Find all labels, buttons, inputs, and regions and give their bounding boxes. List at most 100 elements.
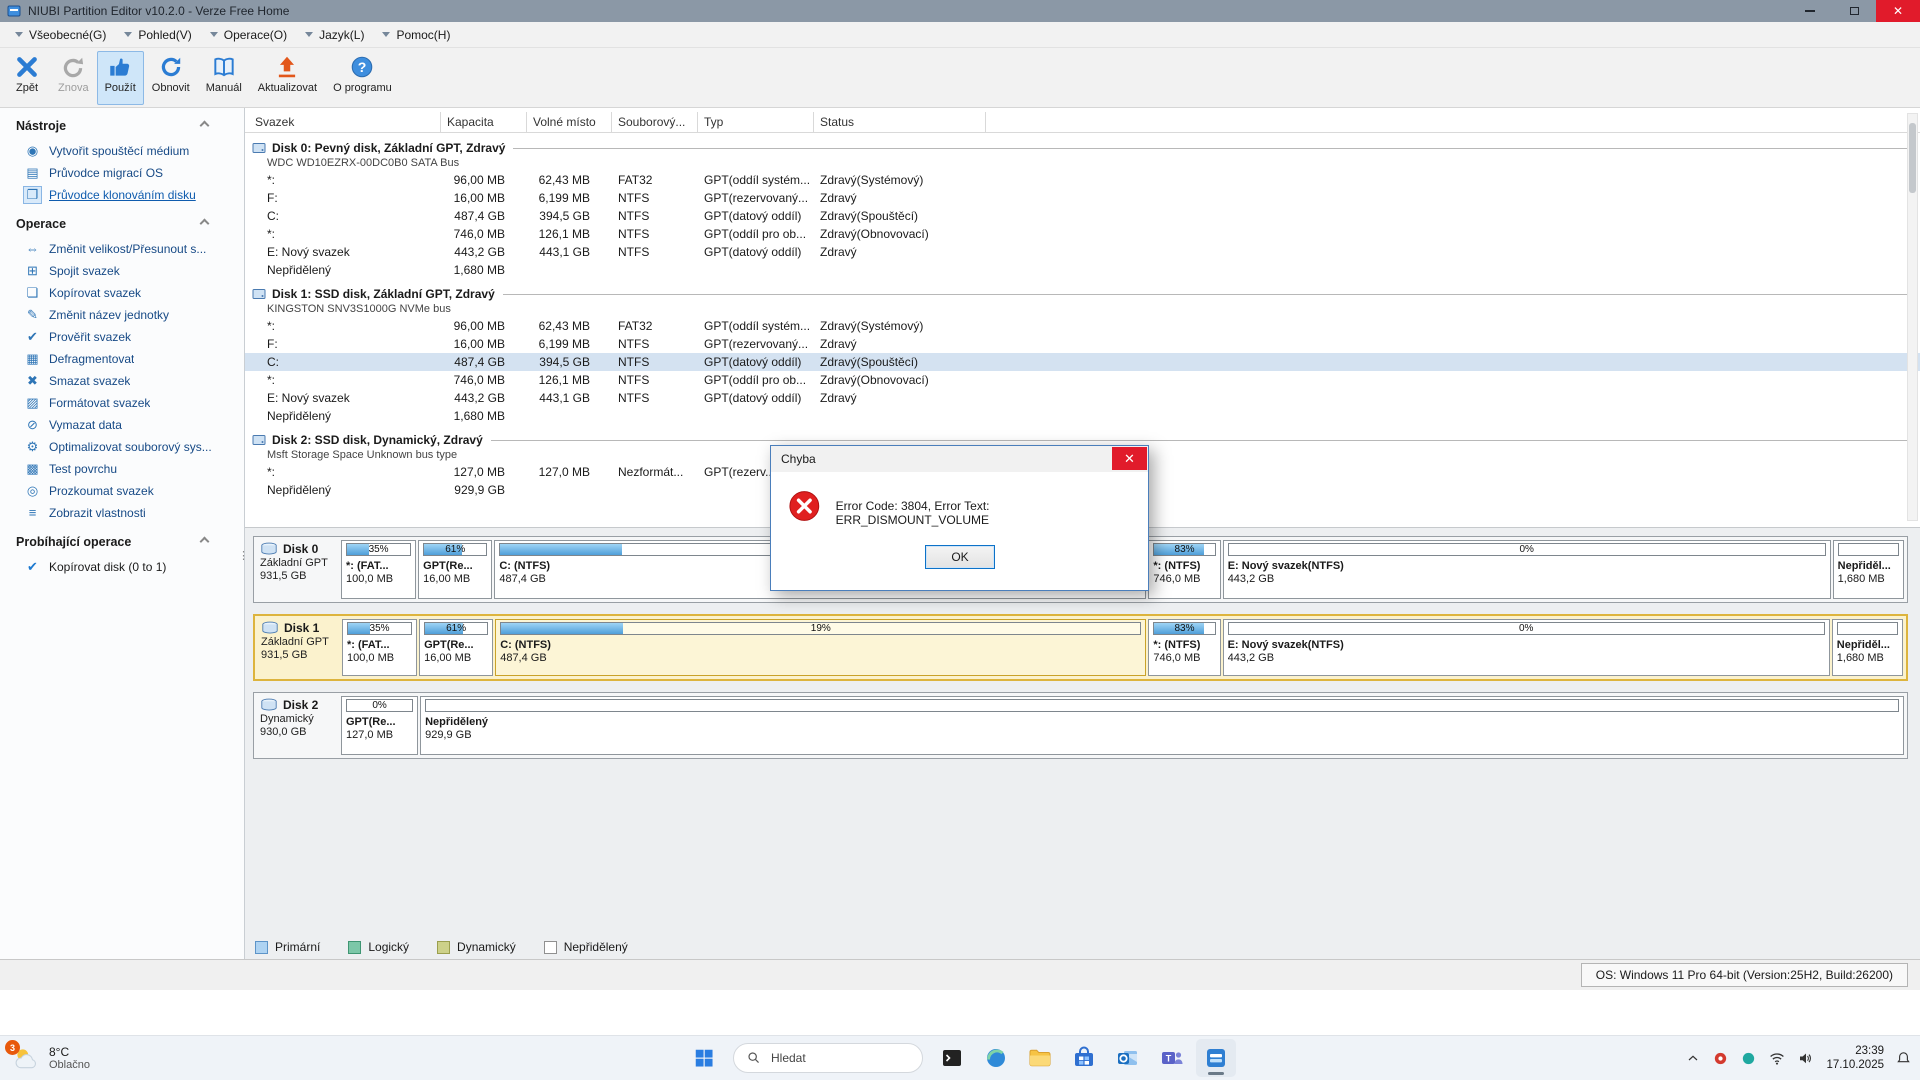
menu-jazyk[interactable]: Jazyk(L) [296,22,373,47]
sidebar-item-disk-clone[interactable]: ❐Průvodce klonováním disku [0,184,244,206]
sidebar-item-optimize-fs[interactable]: ⚙Optimalizovat souborový sys... [0,436,244,458]
column-typ[interactable]: Typ [698,112,814,132]
partition-block[interactable]: 83% *: (NTFS) 746,0 MB [1148,540,1220,599]
dialog-ok-button[interactable]: OK [925,545,995,569]
cell-svazek: E: Nový svazek [245,389,441,407]
sidebar-item-resize[interactable]: ⇔Změnit velikost/Přesunout s... [0,238,244,260]
app-icon-store[interactable] [1064,1039,1104,1077]
partition-block[interactable]: Nepřidělený 929,9 GB [420,696,1904,755]
weather-widget[interactable]: 3 8°C Oblačno [12,1036,90,1080]
partition-block[interactable]: 61% GPT(Re... 16,00 MB [419,619,493,676]
volume-row[interactable]: *: 96,00 MB 62,43 MB FAT32 GPT(oddíl sys… [245,317,1920,335]
menu-pohled[interactable]: Pohled(V) [115,22,200,47]
partition-block[interactable]: Nepřiděl... 1,680 MB [1833,540,1904,599]
section-operace[interactable]: Operace [0,206,244,238]
volume-row[interactable]: F: 16,00 MB 6,199 MB NTFS GPT(rezervovan… [245,189,1920,207]
sidebar-item-merge[interactable]: ⊞Spojit svazek [0,260,244,282]
partition-block[interactable]: Nepřiděl... 1,680 MB [1832,619,1903,676]
sidebar-item-os-migration[interactable]: ▤Průvodce migrací OS [0,162,244,184]
partition-block[interactable]: 0% GPT(Re... 127,0 MB [341,696,418,755]
volume-row[interactable]: *: 746,0 MB 126,1 MB NTFS GPT(oddíl pro … [245,225,1920,243]
maximize-button[interactable] [1832,0,1876,22]
disk-group-header[interactable]: Disk 1: SSD disk, Základní GPT, Zdravý [245,285,1920,302]
app-icon-niubi-active[interactable] [1196,1039,1236,1077]
column-kapacita[interactable]: Kapacita [441,112,527,132]
cell-kapacita: 96,00 MB [441,317,527,335]
volume-row[interactable]: E: Nový svazek 443,2 GB 443,1 GB NTFS GP… [245,243,1920,261]
volume-row[interactable]: C: 487,4 GB 394,5 GB NTFS GPT(datový odd… [245,353,1920,371]
search-input[interactable]: Hledat [733,1043,923,1073]
vertical-scrollbar[interactable] [1907,113,1918,521]
column-souborovy[interactable]: Souborový... [612,112,698,132]
volume-row[interactable]: Nepřidělený 1,680 MB [245,261,1920,279]
partition-block[interactable]: 0% E: Nový svazek(NTFS) 443,2 GB [1223,619,1830,676]
app-icon-outlook[interactable] [1108,1039,1148,1077]
menu-vseobecne[interactable]: Všeobecné(G) [6,22,115,47]
app-icon-teams[interactable]: T [1152,1039,1192,1077]
sidebar-item-check-volume[interactable]: ✔Prověřit svazek [0,326,244,348]
app-icon-edge[interactable] [976,1039,1016,1077]
volume-row[interactable]: C: 487,4 GB 394,5 GB NTFS GPT(datový odd… [245,207,1920,225]
menu-pomoc[interactable]: Pomoc(H) [373,22,459,47]
tray-chevron-up-icon[interactable] [1685,1050,1701,1066]
sidebar-splitter[interactable]: ⋮ [238,549,249,562]
partition-block[interactable]: 83% *: (NTFS) 746,0 MB [1148,619,1220,676]
disk-group-header[interactable]: Disk 0: Pevný disk, Základní GPT, Zdravý [245,139,1920,156]
cell-status: Zdravý(Obnovovací) [814,225,986,243]
redo-button[interactable]: Znova [50,51,97,105]
partition-block[interactable]: 35% *: (FAT... 100,0 MB [342,619,417,676]
volume-row[interactable]: *: 746,0 MB 126,1 MB NTFS GPT(oddíl pro … [245,371,1920,389]
wifi-icon[interactable] [1768,1049,1786,1067]
clock[interactable]: 23:39 17.10.2025 [1826,1044,1884,1072]
manual-button[interactable]: Manuál [198,51,250,105]
refresh-button[interactable]: Obnovit [144,51,198,105]
disk-panel[interactable]: Disk 2 Dynamický 930,0 GB 0% GPT(Re... 1… [253,692,1908,759]
disk-panel[interactable]: Disk 1 Základní GPT 931,5 GB 35% *: (FAT… [253,614,1908,681]
sidebar-item-properties[interactable]: ≡Zobrazit vlastnosti [0,502,244,524]
sidebar-item-surface-test[interactable]: ▩Test povrchu [0,458,244,480]
partition-block[interactable]: 0% E: Nový svazek(NTFS) 443,2 GB [1223,540,1831,599]
tray-red-app-icon[interactable] [1712,1050,1729,1067]
apply-button[interactable]: Použít [97,51,144,105]
app-icon-file-explorer[interactable] [1020,1039,1060,1077]
volume-icon[interactable] [1797,1049,1815,1067]
dialog-title-bar[interactable]: Chyba ✕ [771,446,1148,472]
sidebar-item-explore-volume[interactable]: ◎Prozkoumat svazek [0,480,244,502]
sidebar-item-format-volume[interactable]: ▨Formátovat svazek [0,392,244,414]
section-nastroje[interactable]: Nástroje [0,108,244,140]
scrollbar-thumb[interactable] [1909,123,1916,193]
volume-row[interactable]: *: 96,00 MB 62,43 MB FAT32 GPT(oddíl sys… [245,171,1920,189]
app-icon-terminal[interactable] [932,1039,972,1077]
column-volne-misto[interactable]: Volné místo [527,112,612,132]
partition-block[interactable]: 35% *: (FAT... 100,0 MB [341,540,416,599]
menu-operace[interactable]: Operace(O) [201,22,296,47]
tray-teal-app-icon[interactable] [1740,1050,1757,1067]
sidebar-item-wipe-data[interactable]: ⊘Vymazat data [0,414,244,436]
title-bar[interactable]: NIUBI Partition Editor v10.2.0 - Verze F… [0,0,1920,22]
column-status[interactable]: Status [814,112,986,132]
update-button[interactable]: Aktualizovat [250,51,325,105]
partition-block[interactable]: 19% C: (NTFS) 487,4 GB [495,619,1146,676]
volume-row[interactable]: F: 16,00 MB 6,199 MB NTFS GPT(rezervovan… [245,335,1920,353]
section-pending-operations[interactable]: Probíhající operace [0,524,244,556]
sidebar-item-copy-volume[interactable]: ❏Kopírovat svazek [0,282,244,304]
volume-row[interactable]: Nepřidělený 1,680 MB [245,407,1920,425]
sidebar-item-defragment[interactable]: ▦Defragmentovat [0,348,244,370]
about-button[interactable]: ? O programu [325,51,400,105]
notification-bell-icon[interactable] [1895,1050,1912,1067]
sidebar-item-delete-volume[interactable]: ✖Smazat svazek [0,370,244,392]
volume-row[interactable]: E: Nový svazek 443,2 GB 443,1 GB NTFS GP… [245,389,1920,407]
dialog-close-button[interactable]: ✕ [1112,447,1147,470]
active-app-indicator [1208,1072,1224,1075]
undo-button[interactable]: Zpět [4,51,50,105]
sidebar-item-bootable-media[interactable]: ◉Vytvořit spouštěcí médium [0,140,244,162]
pending-operation-copy-disk[interactable]: ✔Kopírovat disk (0 to 1) [0,556,244,578]
column-svazek[interactable]: Svazek [245,112,441,132]
start-button[interactable] [684,1039,724,1077]
close-button[interactable]: ✕ [1876,0,1920,22]
minimize-button[interactable] [1788,0,1832,22]
partition-block[interactable]: 61% GPT(Re... 16,00 MB [418,540,492,599]
menu-bar: Všeobecné(G) Pohled(V) Operace(O) Jazyk(… [0,22,1920,48]
sidebar-item-change-letter[interactable]: ✎Změnit název jednotky [0,304,244,326]
cell-typ: GPT(oddíl systém... [698,171,814,189]
